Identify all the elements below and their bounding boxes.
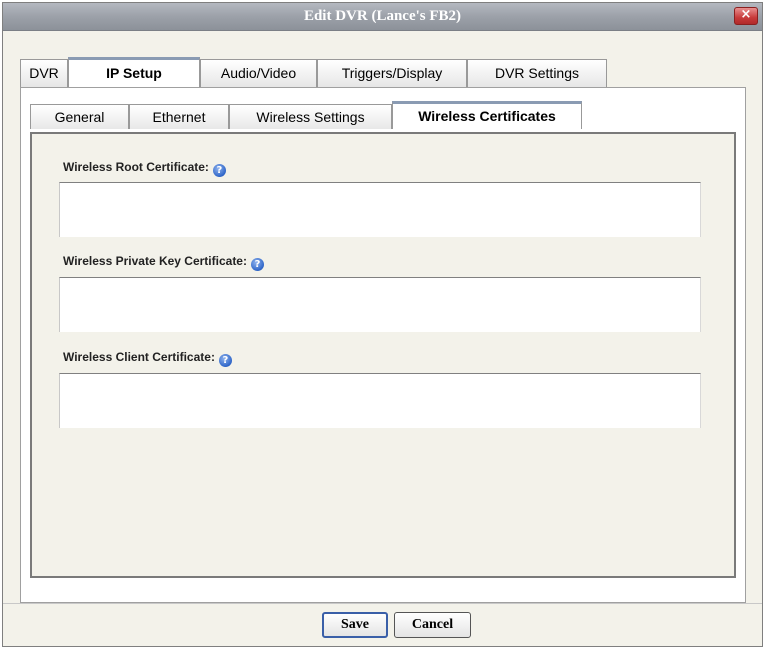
save-button[interactable]: Save bbox=[322, 612, 388, 638]
tab-audio-video[interactable]: Audio/Video bbox=[200, 59, 317, 87]
subtab-ethernet[interactable]: Ethernet bbox=[129, 104, 229, 129]
root-certificate-label-text: Wireless Root Certificate: bbox=[63, 160, 209, 174]
client-certificate-label: Wireless Client Certificate:? bbox=[63, 350, 232, 367]
footer-divider bbox=[3, 603, 762, 604]
title-bar[interactable]: Edit DVR (Lance's FB2) × bbox=[3, 3, 762, 31]
window-title: Edit DVR (Lance's FB2) bbox=[303, 8, 462, 24]
edit-dvr-dialog: Edit DVR (Lance's FB2) × DVR IP Setup Au… bbox=[2, 2, 763, 647]
private-key-certificate-label-text: Wireless Private Key Certificate: bbox=[63, 254, 247, 268]
private-key-certificate-label: Wireless Private Key Certificate:? bbox=[63, 254, 264, 271]
help-icon[interactable]: ? bbox=[212, 164, 226, 177]
tab-triggers-display[interactable]: Triggers/Display bbox=[317, 59, 467, 87]
tab-ip-setup[interactable]: IP Setup bbox=[68, 57, 200, 87]
help-icon[interactable]: ? bbox=[218, 354, 232, 367]
cancel-button[interactable]: Cancel bbox=[394, 612, 471, 638]
client-certificate-field[interactable] bbox=[59, 373, 701, 428]
subtab-wireless-certificates[interactable]: Wireless Certificates bbox=[392, 101, 582, 129]
close-icon: × bbox=[740, 7, 752, 22]
root-certificate-label: Wireless Root Certificate:? bbox=[63, 160, 226, 177]
root-certificate-field[interactable] bbox=[59, 182, 701, 237]
tab-dvr-settings[interactable]: DVR Settings bbox=[467, 59, 607, 87]
private-key-certificate-field[interactable] bbox=[59, 277, 701, 332]
wireless-certificates-panel: Wireless Root Certificate:? Wireless Pri… bbox=[30, 132, 736, 578]
subtab-wireless-settings[interactable]: Wireless Settings bbox=[229, 104, 392, 129]
close-button[interactable]: × bbox=[734, 7, 758, 25]
tab-dvr[interactable]: DVR bbox=[20, 59, 68, 87]
subtab-general[interactable]: General bbox=[30, 104, 129, 129]
client-certificate-label-text: Wireless Client Certificate: bbox=[63, 350, 215, 364]
help-icon[interactable]: ? bbox=[250, 258, 264, 271]
